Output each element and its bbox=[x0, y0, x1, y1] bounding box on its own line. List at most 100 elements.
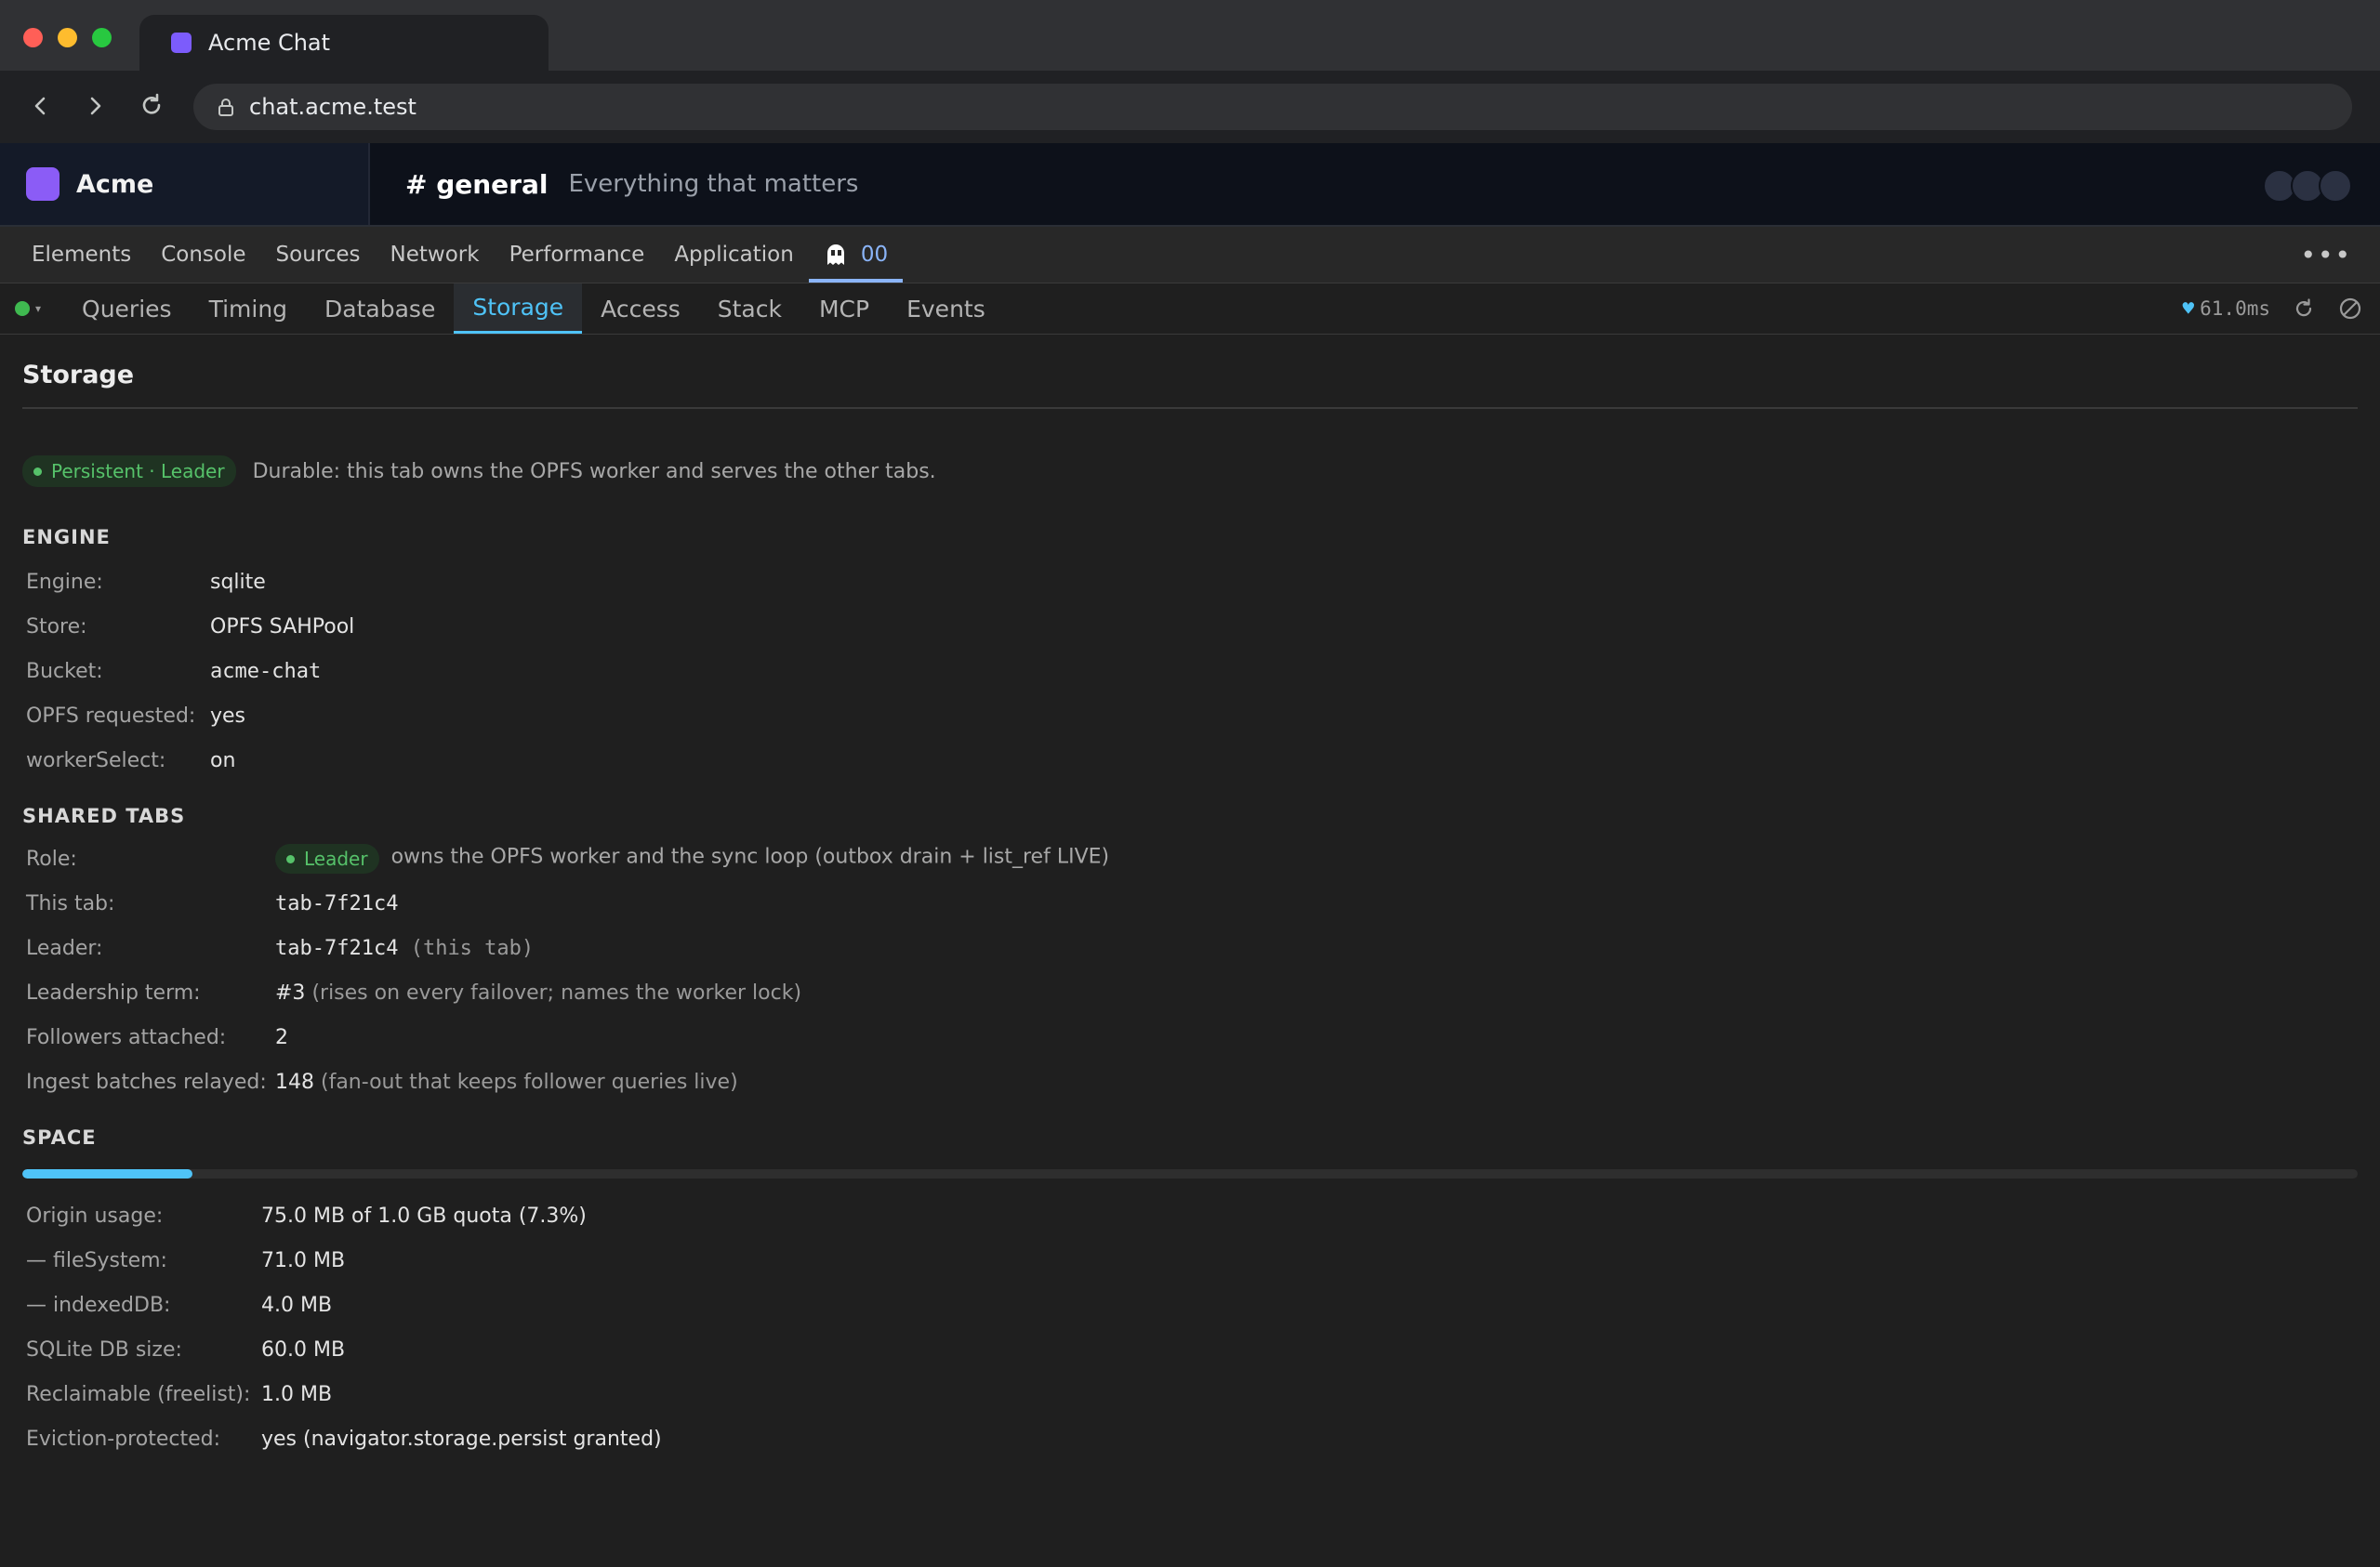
kv-key: This tab: bbox=[26, 891, 115, 915]
ingest-value: 148 bbox=[275, 1070, 314, 1094]
section-title-shared-tabs: SHARED TABS bbox=[22, 805, 186, 827]
storage-mode-row: Persistent · Leader Durable: this tab ow… bbox=[22, 455, 2358, 487]
ingest-note: (fan-out that keeps follower queries liv… bbox=[321, 1070, 738, 1094]
subtab-events[interactable]: Events bbox=[888, 283, 1004, 334]
browser-tab[interactable]: Acme Chat bbox=[139, 15, 549, 71]
ingest-row: Ingest batches relayed: 148 (fan-out tha… bbox=[22, 1060, 2358, 1104]
term-note: (rises on every failover; names the work… bbox=[311, 981, 802, 1005]
kv-key: Engine: bbox=[26, 570, 103, 594]
kv-value: OPFS SAHPool bbox=[210, 614, 355, 639]
storage-mode-description: Durable: this tab owns the OPFS worker a… bbox=[252, 459, 936, 483]
ghost-icon bbox=[826, 244, 844, 265]
connection-status-dot[interactable] bbox=[15, 301, 30, 316]
status-dot-icon bbox=[33, 467, 42, 476]
latency-readout: ♥ 61.0ms bbox=[2182, 297, 2270, 320]
kv-key: SQLite DB size: bbox=[26, 1337, 182, 1362]
kv-key: — indexedDB: bbox=[26, 1293, 171, 1317]
chevron-left-icon bbox=[34, 97, 46, 115]
devtools-tab-network[interactable]: Network bbox=[376, 227, 495, 283]
status-dot-icon bbox=[286, 854, 295, 863]
workspace-brand[interactable]: Acme bbox=[0, 143, 370, 225]
kv-value: 4.0 MB bbox=[261, 1293, 333, 1317]
section-title-engine: ENGINE bbox=[22, 526, 111, 548]
engine-section: ENGINE Engine: sqlite Store: OPFS SAHPoo… bbox=[22, 526, 2358, 783]
bucket-row: Bucket: acme-chat bbox=[22, 649, 2358, 693]
subtab-stack[interactable]: Stack bbox=[699, 283, 800, 334]
devtools-tab-performance[interactable]: Performance bbox=[495, 227, 660, 283]
subtab-queries[interactable]: Queries bbox=[63, 283, 191, 334]
panel-subtabs: ▾ Queries Timing Database Storage Access… bbox=[0, 283, 2380, 335]
kv-value: yes (navigator.storage.persist granted) bbox=[261, 1427, 662, 1451]
space-section: SPACE Origin usage: 75.0 MB of 1.0 GB qu… bbox=[22, 1126, 2358, 1461]
refresh-icon[interactable] bbox=[2291, 296, 2317, 322]
origin-usage-row: Origin usage: 75.0 MB of 1.0 GB quota (7… bbox=[22, 1193, 2358, 1238]
reload-button[interactable] bbox=[135, 89, 168, 123]
kv-value: yes bbox=[210, 704, 246, 728]
kv-key: Followers attached: bbox=[26, 1025, 227, 1049]
devtools-tab-sources[interactable]: Sources bbox=[261, 227, 376, 283]
devtools-tabbar: Elements Console Sources Network Perform… bbox=[0, 227, 2380, 283]
back-button[interactable] bbox=[24, 89, 58, 123]
extension-tab-label: 00 bbox=[860, 243, 889, 267]
kv-value: tab-7f21c4 (this tab) bbox=[275, 937, 534, 960]
kv-key: Origin usage: bbox=[26, 1204, 164, 1228]
term-value: #3 bbox=[275, 981, 306, 1005]
kv-key: Bucket: bbox=[26, 659, 103, 683]
indexeddb-row: — indexedDB: 4.0 MB bbox=[22, 1283, 2358, 1327]
member-avatars[interactable] bbox=[2263, 169, 2352, 203]
kv-value: 71.0 MB bbox=[261, 1248, 346, 1272]
this-tab-row: This tab: tab-7f21c4 bbox=[22, 881, 2358, 926]
kv-value: 75.0 MB of 1.0 GB quota (7.3%) bbox=[261, 1204, 587, 1228]
clear-icon[interactable] bbox=[2337, 296, 2363, 322]
sqlite-size-row: SQLite DB size: 60.0 MB bbox=[22, 1327, 2358, 1372]
browser-tab-title: Acme Chat bbox=[208, 30, 331, 56]
close-window-button[interactable] bbox=[23, 28, 43, 47]
worker-select-row: workerSelect: on bbox=[22, 738, 2358, 783]
status-badge: Persistent · Leader bbox=[22, 455, 236, 487]
address-bar[interactable]: chat.acme.test bbox=[193, 84, 2352, 130]
filesystem-row: — fileSystem: 71.0 MB bbox=[22, 1238, 2358, 1283]
minimize-window-button[interactable] bbox=[58, 28, 77, 47]
devtools-tab-application[interactable]: Application bbox=[659, 227, 809, 283]
workspace-logo-icon bbox=[26, 167, 60, 201]
kv-value: sqlite bbox=[210, 570, 266, 594]
devtools-tab-elements[interactable]: Elements bbox=[17, 227, 146, 283]
devtools-tab-console[interactable]: Console bbox=[146, 227, 260, 283]
kv-value: tab-7f21c4 bbox=[275, 891, 399, 915]
followers-row: Followers attached: 2 bbox=[22, 1015, 2358, 1060]
channel-header: # general Everything that matters bbox=[370, 143, 2380, 225]
leader-id: tab-7f21c4 bbox=[275, 936, 399, 960]
chevron-right-icon bbox=[90, 97, 101, 115]
favicon-icon bbox=[171, 33, 192, 53]
page-title: Storage bbox=[22, 335, 2358, 409]
subtab-timing[interactable]: Timing bbox=[191, 283, 306, 334]
engine-row: Engine: sqlite bbox=[22, 560, 2358, 604]
kv-value: 2 bbox=[275, 1025, 288, 1049]
kv-value: 148 (fan-out that keeps follower queries… bbox=[275, 1071, 738, 1094]
kv-value: acme-chat bbox=[210, 659, 322, 683]
subtab-mcp[interactable]: MCP bbox=[800, 283, 888, 334]
subtab-database[interactable]: Database bbox=[306, 283, 454, 334]
devtools-tab-extension[interactable]: 00 bbox=[808, 227, 904, 283]
subtab-access[interactable]: Access bbox=[582, 283, 699, 334]
more-options-icon[interactable]: ••• bbox=[2300, 240, 2352, 270]
kv-value: on bbox=[210, 748, 236, 772]
caret-down-icon[interactable]: ▾ bbox=[35, 302, 41, 334]
kv-value: 1.0 MB bbox=[261, 1382, 333, 1406]
kv-value: #3 (rises on every failover; names the w… bbox=[275, 981, 801, 1005]
kv-key: Role: bbox=[26, 847, 77, 871]
panel-toolbar-right: ♥ 61.0ms bbox=[2182, 283, 2363, 334]
kv-key: workerSelect: bbox=[26, 748, 166, 772]
role-badge-label: Leader bbox=[304, 848, 368, 870]
subtab-storage[interactable]: Storage bbox=[454, 283, 583, 334]
kv-key: OPFS requested: bbox=[26, 704, 196, 728]
kv-key: — fileSystem: bbox=[26, 1248, 167, 1272]
kv-key: Leadership term: bbox=[26, 981, 201, 1005]
forward-button[interactable] bbox=[78, 89, 112, 123]
maximize-window-button[interactable] bbox=[92, 28, 112, 47]
kv-key: Leader: bbox=[26, 936, 103, 960]
shared-tabs-section: SHARED TABS Role: Leader owns the OPFS w… bbox=[22, 805, 2358, 1104]
role-description: owns the OPFS worker and the sync loop (… bbox=[390, 845, 1110, 869]
eviction-row: Eviction-protected: yes (navigator.stora… bbox=[22, 1416, 2358, 1461]
status-badge-label: Persistent · Leader bbox=[51, 460, 225, 482]
